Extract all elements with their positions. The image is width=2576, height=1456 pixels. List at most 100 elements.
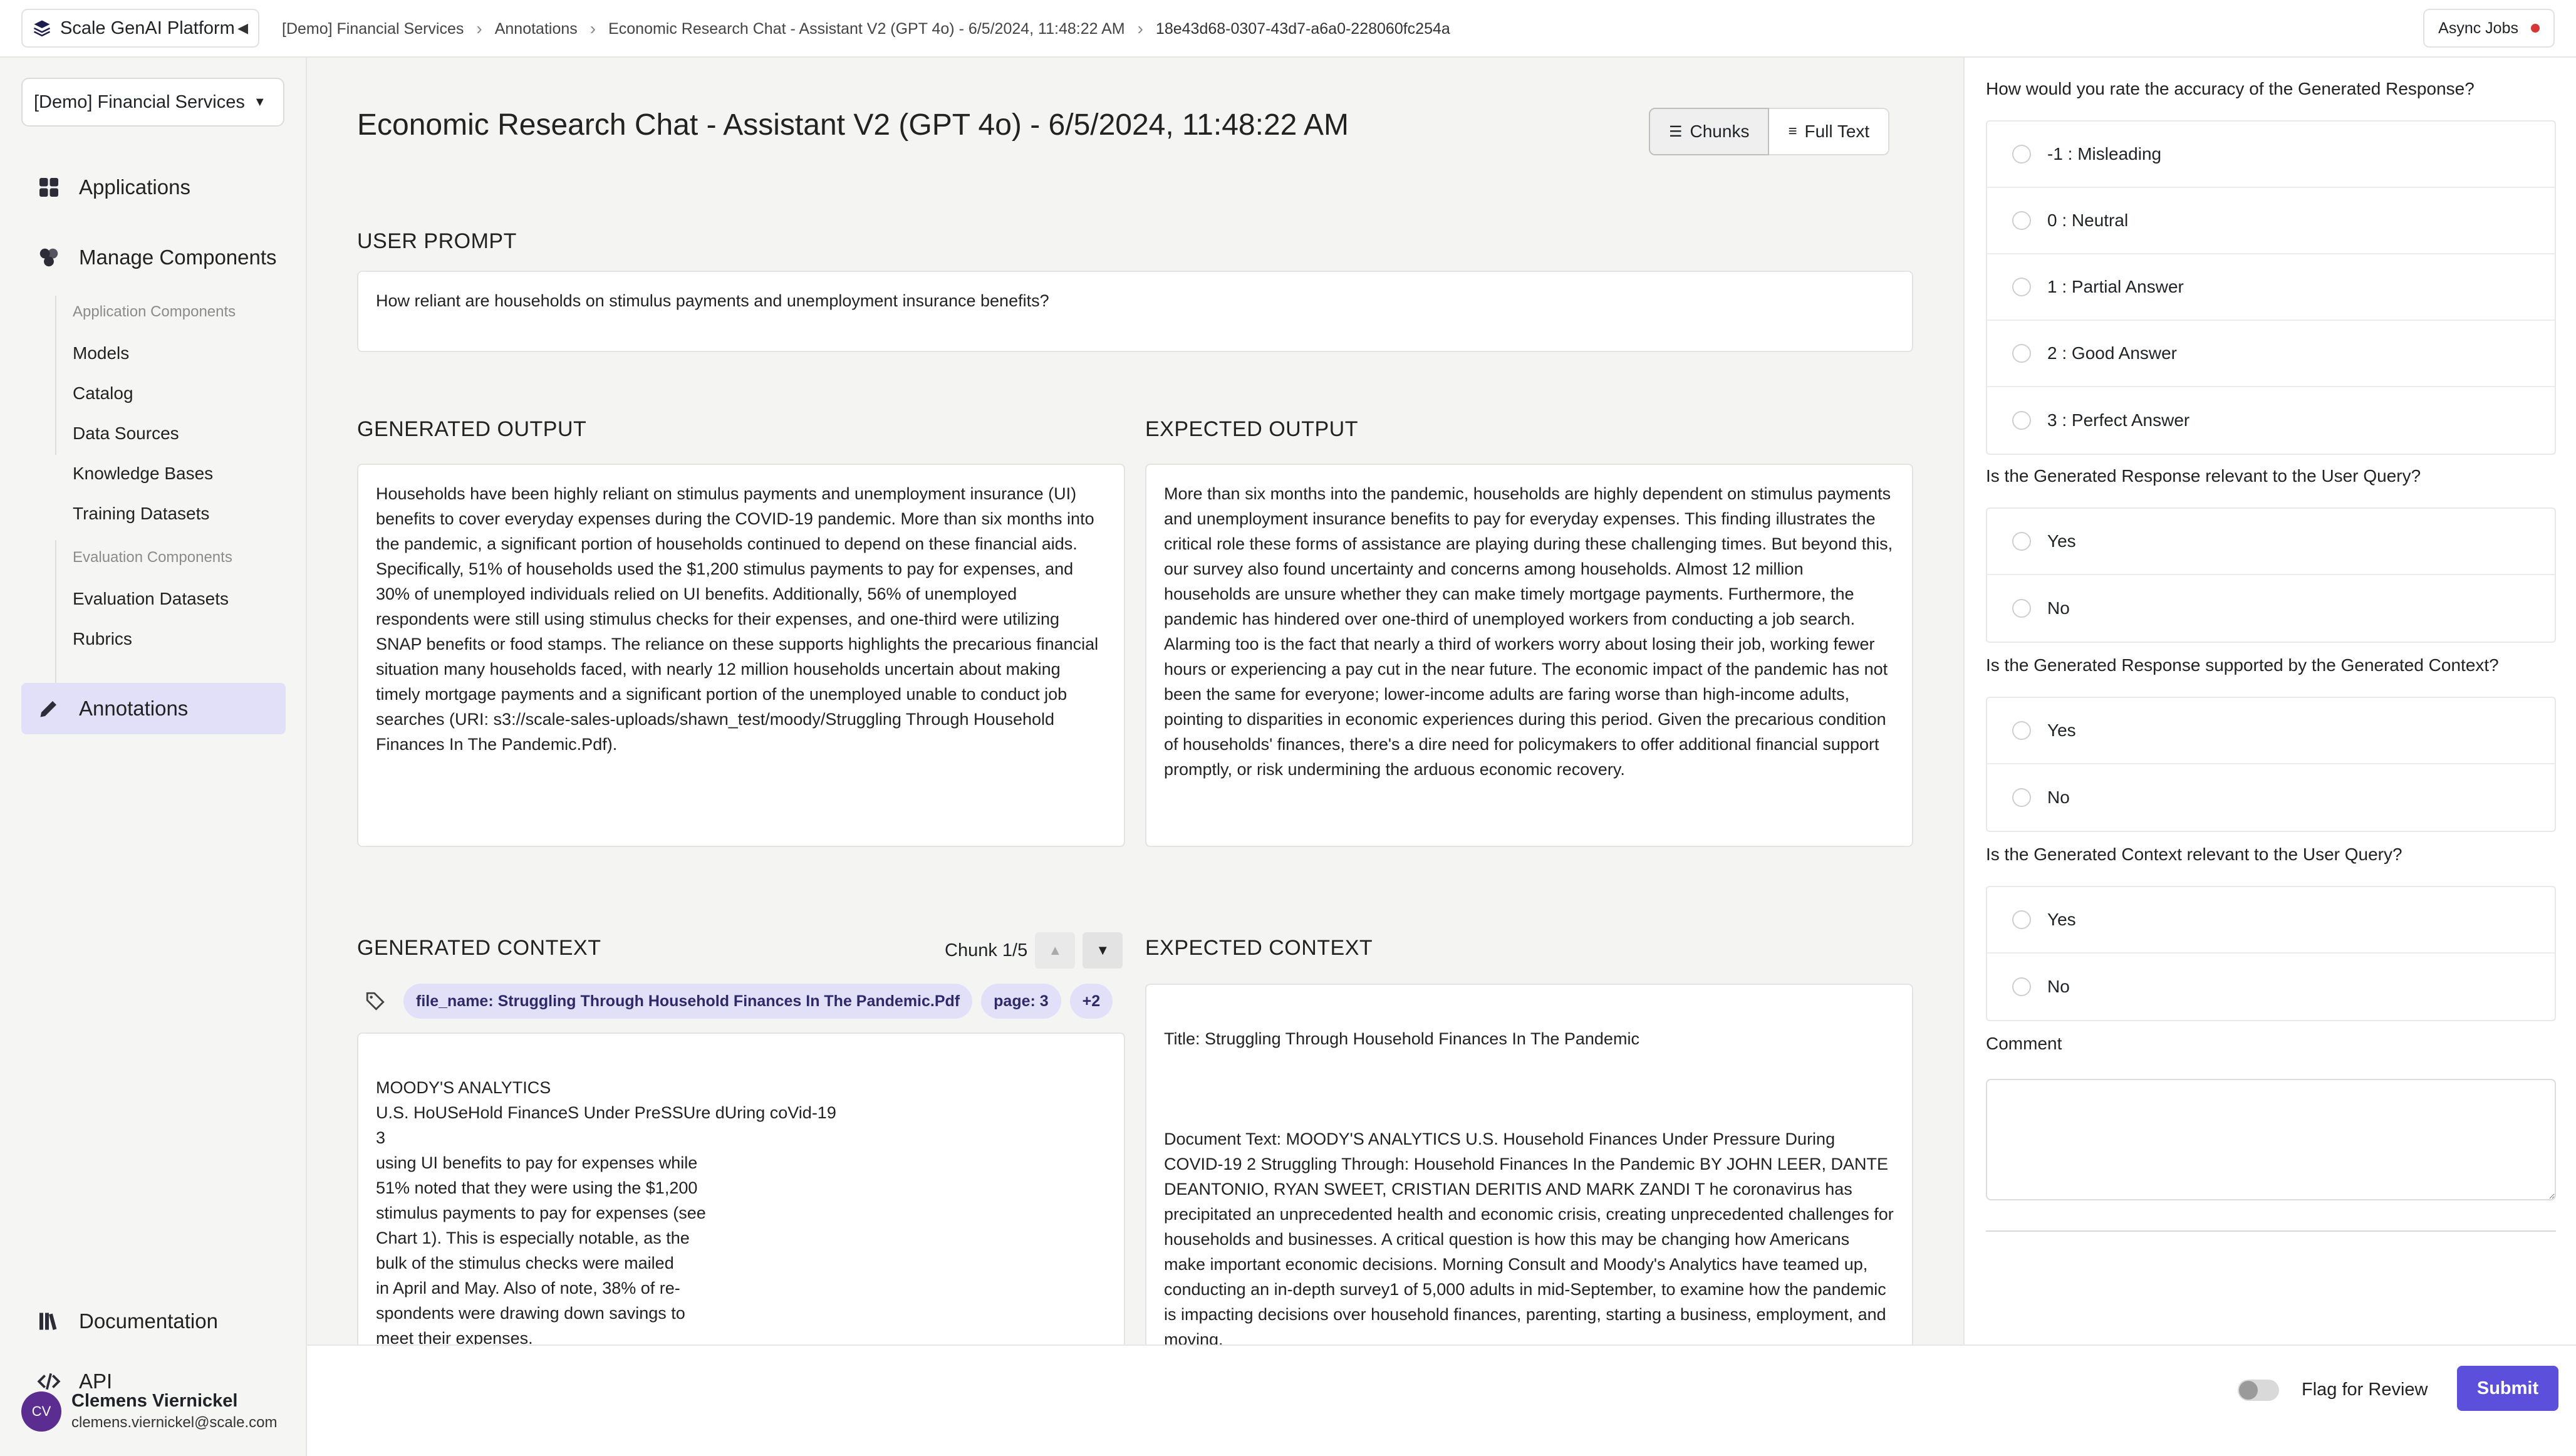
sidebar-item-data-sources[interactable]: Data Sources: [73, 424, 179, 444]
option-no[interactable]: No: [1987, 575, 2555, 642]
radio-button[interactable]: [2012, 145, 2031, 164]
view-toggle: ☰ Chunks ≡ Full Text: [1649, 108, 1890, 155]
chunk-navigator: Chunk 1/5 ▲ ▼: [945, 932, 1123, 969]
radio-button[interactable]: [2012, 344, 2031, 363]
option-yes[interactable]: Yes: [1987, 509, 2555, 575]
chunks-toggle-button[interactable]: ☰ Chunks: [1649, 108, 1770, 155]
org-select[interactable]: [Demo] Financial Services ▼: [21, 78, 284, 127]
sidebar-item-manage-components[interactable]: Manage Components: [21, 232, 286, 283]
generated-output-text: Households have been highly reliant on s…: [376, 484, 1099, 754]
option-good-answer[interactable]: 2 : Good Answer: [1987, 321, 2555, 387]
divider: [1986, 1230, 2556, 1232]
sidebar-item-documentation[interactable]: Documentation: [21, 1296, 286, 1347]
chevron-up-icon[interactable]: ▲: [1035, 932, 1076, 969]
expected-context-heading: EXPECTED CONTEXT: [1145, 936, 1373, 960]
flag-for-review-toggle[interactable]: [2238, 1380, 2279, 1401]
chevron-right-icon: ›: [476, 19, 482, 38]
cubes-icon: [36, 245, 61, 270]
metadata-tags: file_name: Struggling Through Household …: [365, 984, 1121, 1019]
question-response-supported: Is the Generated Response supported by t…: [1986, 655, 2499, 675]
option-neutral[interactable]: 0 : Neutral: [1987, 188, 2555, 254]
library-icon: [36, 1309, 61, 1334]
generated-context-text: MOODY'S ANALYTICS U.S. HoUSeHold Finance…: [376, 1078, 836, 1344]
expected-output-heading: EXPECTED OUTPUT: [1145, 417, 1358, 441]
code-icon: [36, 1369, 61, 1394]
option-label: 1 : Partial Answer: [2047, 277, 2184, 296]
expected-context-title: Title: Struggling Through Household Fina…: [1164, 1029, 1639, 1048]
sidebar-item-catalog[interactable]: Catalog: [73, 383, 133, 403]
user-name: Clemens Viernickel: [71, 1391, 238, 1411]
tag-file-name[interactable]: file_name: Struggling Through Household …: [403, 984, 973, 1019]
comment-label: Comment: [1986, 1034, 2062, 1053]
user-email: clemens.viernickel@scale.com: [71, 1414, 278, 1431]
radio-button[interactable]: [2012, 599, 2031, 618]
option-label: No: [2047, 977, 2070, 996]
option-no[interactable]: No: [1987, 954, 2555, 1020]
option-yes[interactable]: Yes: [1987, 698, 2555, 764]
org-select-value: [Demo] Financial Services: [34, 91, 245, 112]
sidebar-item-annotations[interactable]: Annotations: [21, 683, 286, 734]
context-relevance-options: Yes No: [1986, 886, 2556, 1021]
sidebar-item-label: Manage Components: [79, 246, 277, 269]
chevron-right-icon: ›: [1137, 19, 1143, 38]
sidebar-item-models[interactable]: Models: [73, 343, 129, 363]
chunk-counter: Chunk 1/5: [945, 940, 1028, 960]
chevron-down-icon[interactable]: ▼: [1083, 932, 1123, 969]
full-text-toggle-button[interactable]: ≡ Full Text: [1769, 108, 1890, 155]
pencil-icon: [36, 696, 61, 721]
radio-button[interactable]: [2012, 278, 2031, 296]
user-profile[interactable]: CV Clemens Viernickel clemens.viernickel…: [21, 1391, 277, 1432]
radio-button[interactable]: [2012, 977, 2031, 996]
sidebar-item-evaluation-datasets[interactable]: Evaluation Datasets: [73, 589, 229, 609]
radio-button[interactable]: [2012, 211, 2031, 230]
sidebar-item-training-datasets[interactable]: Training Datasets: [73, 504, 209, 524]
radio-button[interactable]: [2012, 532, 2031, 551]
main-content: Economic Research Chat - Assistant V2 (G…: [307, 58, 1963, 1344]
page-title: Economic Research Chat - Assistant V2 (G…: [357, 108, 1349, 142]
radio-button[interactable]: [2012, 788, 2031, 807]
breadcrumb-annotations[interactable]: Annotations: [495, 20, 578, 38]
option-yes[interactable]: Yes: [1987, 887, 2555, 954]
sidebar-item-rubrics[interactable]: Rubrics: [73, 629, 132, 649]
option-partial-answer[interactable]: 1 : Partial Answer: [1987, 254, 2555, 321]
sidebar-item-label: Applications: [79, 175, 190, 199]
comment-textarea[interactable]: [1986, 1079, 2556, 1200]
breadcrumb-org[interactable]: [Demo] Financial Services: [282, 20, 464, 38]
list-icon: ☰: [1669, 123, 1683, 140]
rubric-panel: How would you rate the accuracy of the G…: [1963, 58, 2576, 1344]
expected-context-card: Title: Struggling Through Household Fina…: [1145, 984, 1913, 1344]
radio-button[interactable]: [2012, 411, 2031, 430]
chunks-label: Chunks: [1690, 122, 1750, 141]
option-label: -1 : Misleading: [2047, 144, 2162, 164]
tag-more[interactable]: +2: [1069, 984, 1113, 1019]
full-text-label: Full Text: [1804, 122, 1870, 141]
sidebar-item-knowledge-bases[interactable]: Knowledge Bases: [73, 464, 213, 484]
submit-button[interactable]: Submit: [2457, 1366, 2558, 1411]
user-prompt-text: How reliant are households on stimulus p…: [376, 291, 1049, 310]
sidebar-item-label: Documentation: [79, 1309, 218, 1333]
tag-page[interactable]: page: 3: [981, 984, 1061, 1019]
platform-switcher[interactable]: Scale GenAI Platform ◀: [21, 9, 259, 48]
option-label: No: [2047, 598, 2070, 618]
text-align-icon: ≡: [1788, 123, 1797, 140]
expected-output-text: More than six months into the pandemic, …: [1164, 484, 1893, 779]
breadcrumb-chat[interactable]: Economic Research Chat - Assistant V2 (G…: [608, 20, 1125, 38]
option-no[interactable]: No: [1987, 764, 2555, 831]
async-jobs-button[interactable]: Async Jobs: [2423, 9, 2555, 48]
radio-button[interactable]: [2012, 721, 2031, 740]
generated-output-heading: GENERATED OUTPUT: [357, 417, 587, 441]
response-relevance-options: Yes No: [1986, 507, 2556, 643]
option-perfect-answer[interactable]: 3 : Perfect Answer: [1987, 387, 2555, 454]
tag-icon: [366, 992, 385, 1011]
expected-output-card: More than six months into the pandemic, …: [1145, 464, 1913, 847]
caret-down-icon: ▼: [253, 95, 266, 109]
accuracy-options: -1 : Misleading 0 : Neutral 1 : Partial …: [1986, 120, 2556, 455]
async-jobs-label: Async Jobs: [2438, 19, 2518, 37]
option-misleading[interactable]: -1 : Misleading: [1987, 122, 2555, 188]
radio-button[interactable]: [2012, 910, 2031, 929]
sidebar-item-applications[interactable]: Applications: [21, 162, 286, 213]
user-prompt-card: How reliant are households on stimulus p…: [357, 271, 1913, 352]
collapse-sidebar-icon[interactable]: ◀: [237, 20, 248, 36]
question-context-relevance: Is the Generated Context relevant to the…: [1986, 845, 2402, 864]
toggle-knob: [2239, 1381, 2258, 1400]
